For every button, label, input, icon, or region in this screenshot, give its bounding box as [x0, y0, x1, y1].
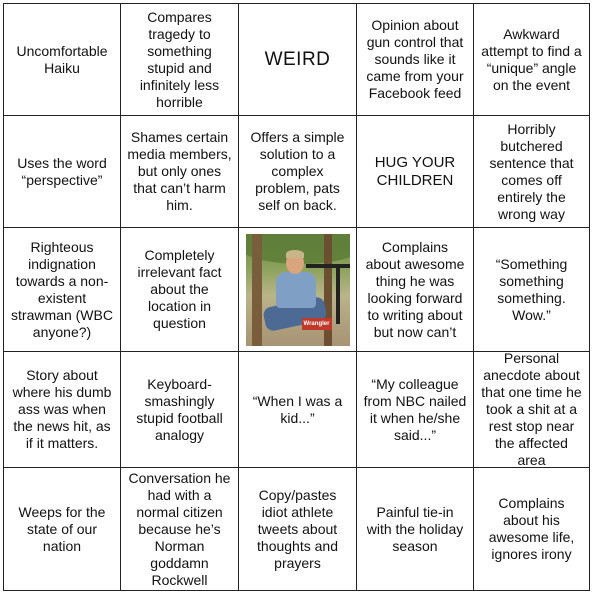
cell-text: Compares tragedy to something stupid and…: [139, 8, 220, 110]
cell-text: “When I was a kid...”: [252, 392, 343, 426]
bingo-cell: Complains about awesome thing he was loo…: [357, 228, 474, 352]
cell-text: Opinion about gun control that sounds li…: [366, 17, 464, 101]
bingo-cell: Conversation he had with a normal citize…: [121, 468, 239, 590]
cell-text: “Something something something. Wow.”: [495, 255, 568, 323]
cell-text: Awkward attempt to find a “unique” angle…: [481, 25, 582, 93]
cell-text: Keyboard-smashingly stupid football anal…: [136, 375, 223, 443]
bingo-cell: Compares tragedy to something stupid and…: [121, 4, 239, 116]
bingo-cell: Painful tie-in with the holiday season: [357, 468, 474, 590]
bingo-cell: Story about where his dumb ass was when …: [4, 352, 121, 468]
cell-text: Offers a simple solution to a complex pr…: [250, 129, 345, 213]
cell-text: WEIRD: [264, 49, 331, 70]
cell-text: Uses the word “perspective”: [17, 154, 107, 188]
cell-text: Conversation he had with a normal citize…: [128, 469, 231, 588]
fence-post: [335, 263, 340, 324]
cell-text: Complains about awesome thing he was loo…: [365, 238, 465, 340]
bingo-cell: Horribly butchered sentence that comes o…: [474, 116, 589, 228]
bingo-row: Righteous indignation towards a non-exis…: [4, 228, 589, 352]
bingo-row: Uncomfortable Haiku Compares tragedy to …: [4, 4, 589, 116]
cell-text: HUG YOUR CHILDREN: [374, 153, 456, 189]
bingo-cell: Uses the word “perspective”: [4, 116, 121, 228]
bingo-cell: Copy/pastes idiot athlete tweets about t…: [239, 468, 357, 590]
cell-text: Painful tie-in with the holiday season: [366, 503, 464, 554]
cell-text: Complains about his awesome life, ignore…: [488, 495, 575, 562]
bingo-cell: Completely irrelevant fact about the loc…: [121, 228, 239, 352]
man-on-fence-photo: Wrangler: [245, 233, 350, 346]
cell-text: Personal anecdote about that one time he…: [481, 350, 582, 468]
bingo-cell: “When I was a kid...”: [239, 352, 357, 468]
bingo-board: Uncomfortable Haiku Compares tragedy to …: [3, 3, 590, 591]
shirt-shape: [275, 271, 316, 308]
cell-text: Completely irrelevant fact about the loc…: [137, 247, 222, 331]
bingo-cell: “My colleague from NBC nailed it when he…: [357, 352, 474, 468]
bingo-row: Uses the word “perspective” Shames certa…: [4, 116, 589, 228]
bingo-cell: Shames certain media members, but only o…: [121, 116, 239, 228]
bingo-cell: Righteous indignation towards a non-exis…: [4, 228, 121, 352]
tree-trunk: [251, 233, 262, 346]
bingo-cell: Keyboard-smashingly stupid football anal…: [121, 352, 239, 468]
bingo-cell: Personal anecdote about that one time he…: [474, 350, 589, 468]
cell-text: “My colleague from NBC nailed it when he…: [363, 375, 467, 443]
cell-text: Story about where his dumb ass was when …: [12, 367, 112, 451]
cell-text: Shames certain media members, but only o…: [127, 129, 232, 213]
hair-shape: [285, 249, 304, 258]
bingo-cell: Awkward attempt to find a “unique” angle…: [474, 4, 589, 116]
cell-text: Uncomfortable Haiku: [16, 42, 108, 76]
bingo-cell: WEIRD: [239, 4, 357, 116]
cell-text: Weeps for the state of our nation: [18, 503, 106, 554]
bingo-cell: Complains about his awesome life, ignore…: [474, 468, 589, 590]
bingo-cell: Weeps for the state of our nation: [4, 468, 121, 590]
wrangler-logo: Wrangler: [301, 317, 332, 330]
cell-text: Copy/pastes idiot athlete tweets about t…: [257, 486, 338, 571]
bingo-cell: Uncomfortable Haiku: [4, 4, 121, 116]
bingo-cell: “Something something something. Wow.”: [474, 228, 589, 352]
bingo-cell: Opinion about gun control that sounds li…: [357, 4, 474, 116]
fence-rail: [305, 263, 350, 268]
cell-text: Righteous indignation towards a non-exis…: [11, 238, 113, 340]
cell-text: Horribly butchered sentence that comes o…: [489, 120, 574, 222]
bingo-row: Story about where his dumb ass was when …: [4, 350, 589, 468]
bingo-cell: Offers a simple solution to a complex pr…: [239, 116, 357, 228]
free-space-photo-cell: Wrangler: [239, 228, 357, 352]
bingo-cell: HUG YOUR CHILDREN: [357, 116, 474, 228]
bingo-row: Weeps for the state of our nation Conver…: [4, 468, 589, 590]
